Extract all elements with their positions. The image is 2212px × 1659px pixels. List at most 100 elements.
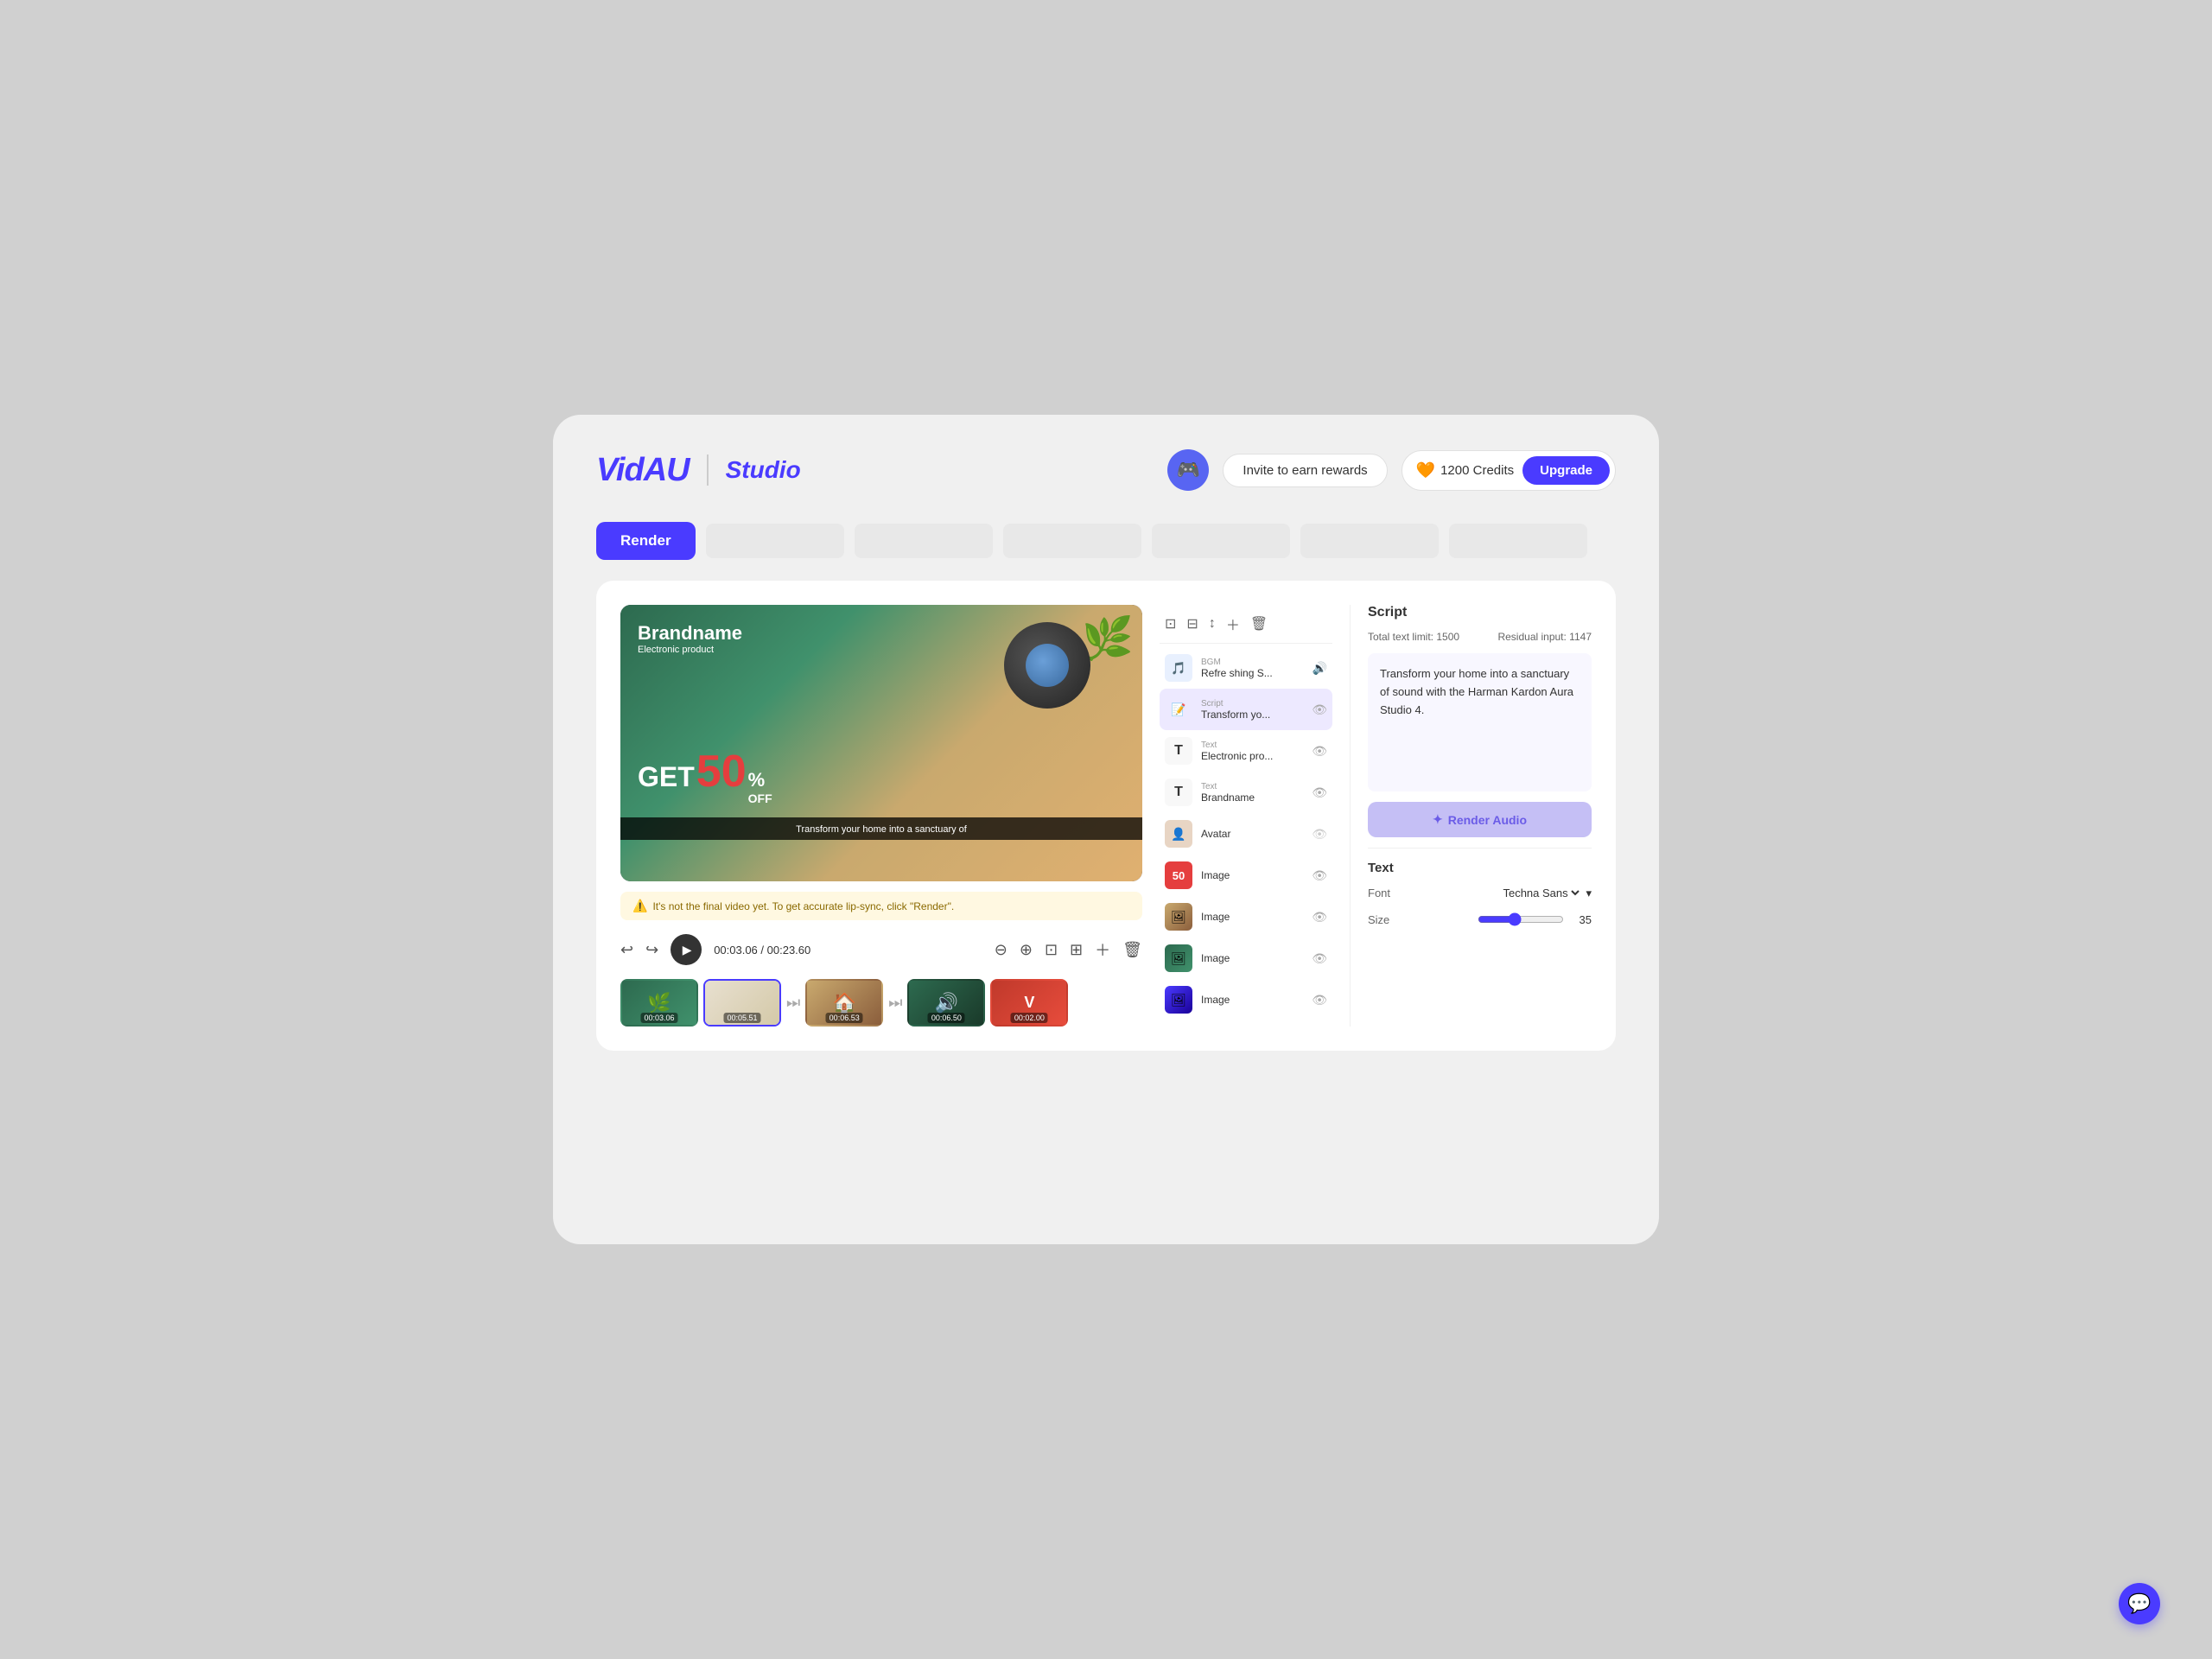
layer-icon-text-electronic: T [1165, 737, 1192, 765]
layer-info-bgm: BGM Refre shing S... [1201, 658, 1304, 679]
layer-vis-image-3[interactable]: 👁 [1312, 951, 1327, 966]
font-select[interactable]: Techna Sans [1499, 886, 1582, 900]
layer-vis-script[interactable]: 👁 [1312, 702, 1327, 717]
toolbar-tab-3[interactable] [1003, 524, 1141, 558]
discord-icon: 🎮 [1177, 459, 1200, 481]
layer-vis-avatar[interactable]: 👁 [1312, 827, 1327, 842]
zoom-out-button[interactable]: ⊖ [995, 941, 1007, 959]
script-textarea[interactable]: Transform your home into a sanctuary of … [1368, 653, 1592, 791]
layer-vis-image-50[interactable]: 👁 [1312, 868, 1327, 883]
align-button[interactable]: ⊞ [1070, 941, 1083, 959]
delete-clip-button[interactable]: 🗑 [1122, 941, 1142, 959]
add-clip-button[interactable]: ＋ [1095, 938, 1110, 961]
layers-toolbar: ⊡ ⊟ ↕ ＋ 🗑 [1160, 605, 1332, 644]
layer-vis-image-2[interactable]: 👁 [1312, 910, 1327, 925]
toolbar-tab-5[interactable] [1300, 524, 1439, 558]
playback-controls: ↩ ↪ ▶ 00:03.06 / 00:23.60 ⊖ ⊕ ⊡ ⊞ ＋ 🗑 [620, 931, 1142, 969]
size-slider[interactable] [1478, 912, 1564, 926]
timeline-thumb-3[interactable]: 🏠 00:06.53 [805, 979, 883, 1027]
toolbar-tab-6[interactable] [1449, 524, 1587, 558]
layer-name-image-50: Image [1201, 869, 1303, 881]
layer-info-image-3: Image [1201, 952, 1303, 964]
layer-vis-bgm[interactable]: 🔊 [1313, 661, 1327, 676]
render-audio-label: Render Audio [1448, 813, 1527, 827]
layer-item-text-brandname[interactable]: T Text Brandname 👁 [1160, 772, 1332, 813]
play-icon: ▶ [683, 943, 692, 957]
layer-item-image-2[interactable]: 🖼 Image 👁 [1160, 896, 1332, 938]
layer-thumb-image-3: 🖼 [1165, 944, 1192, 972]
timeline-thumb-2[interactable]: 00:05.51 [703, 979, 781, 1027]
thumb-divider-2[interactable]: ⏭ [888, 979, 902, 1027]
timeline: 🌿 00:03.06 00:05.51 ⏭ 🏠 00:06.53 ⏭ 🔊 00:… [620, 979, 1142, 1027]
layer-info-text-electronic: Text Electronic pro... [1201, 741, 1303, 762]
header: VidAU Studio 🎮 Invite to earn rewards 🧡 … [596, 449, 1616, 491]
undo-button[interactable]: ↩ [620, 941, 633, 959]
script-limits: Total text limit: 1500 Residual input: 1… [1368, 631, 1592, 643]
render-audio-button[interactable]: ✦ Render Audio [1368, 802, 1592, 837]
text-settings: Text Font Techna Sans ▾ Size 35 [1368, 848, 1592, 938]
upgrade-button[interactable]: Upgrade [1522, 456, 1610, 485]
render-button[interactable]: Render [596, 522, 696, 560]
timeline-thumb-5[interactable]: V 00:02.00 [990, 979, 1068, 1027]
subtitle-bar: Transform your home into a sanctuary of [620, 817, 1142, 840]
video-content: Brandname Electronic product GET 50 % OF… [620, 605, 1142, 881]
thumb-time-5: 00:02.00 [1011, 1013, 1048, 1023]
layer-vis-text-electronic[interactable]: 👁 [1312, 744, 1327, 759]
layer-type-text-electronic: Text [1201, 741, 1303, 750]
layer-name-script: Transform yo... [1201, 709, 1303, 721]
font-setting-row: Font Techna Sans ▾ [1368, 886, 1592, 900]
chat-button[interactable]: 💬 [2119, 1583, 2160, 1624]
layer-align-button[interactable]: ⊟ [1185, 613, 1199, 634]
thumb-time-2: 00:05.51 [723, 1013, 760, 1023]
thumb-divider-1[interactable]: ⏭ [786, 979, 800, 1027]
layer-info-image-50: Image [1201, 869, 1303, 881]
toolbar-tab-2[interactable] [855, 524, 993, 558]
layer-delete-button[interactable]: 🗑 [1249, 613, 1269, 634]
invite-button[interactable]: Invite to earn rewards [1223, 454, 1387, 487]
credits-area: 🧡 1200 Credits Upgrade [1402, 450, 1616, 491]
app-container: VidAU Studio 🎮 Invite to earn rewards 🧡 … [553, 415, 1659, 1244]
layer-type-text-brandname: Text [1201, 782, 1303, 791]
layer-name-image-4: Image [1201, 994, 1303, 1006]
logo-divider [707, 454, 709, 486]
layer-arrange-button[interactable]: ↕ [1207, 614, 1217, 633]
brand-sub: Electronic product [638, 645, 1125, 655]
layer-item-script[interactable]: 📝 Script Transform yo... 👁 [1160, 689, 1332, 730]
layer-item-avatar[interactable]: 👤 Avatar 👁 [1160, 813, 1332, 855]
script-panel: Script Total text limit: 1500 Residual i… [1350, 605, 1592, 1027]
discord-button[interactable]: 🎮 [1167, 449, 1209, 491]
chat-icon: 💬 [2127, 1592, 2151, 1615]
warning-bar: ⚠️ It's not the final video yet. To get … [620, 892, 1142, 920]
text-settings-title: Text [1368, 861, 1592, 875]
toolbar-tab-4[interactable] [1152, 524, 1290, 558]
layer-item-bgm[interactable]: 🎵 BGM Refre shing S... 🔊 [1160, 647, 1332, 689]
redo-button[interactable]: ↪ [645, 941, 658, 959]
layer-vis-image-4[interactable]: 👁 [1312, 993, 1327, 1007]
split-button[interactable]: ⊡ [1045, 941, 1058, 959]
layer-add-button[interactable]: ＋ [1224, 612, 1242, 636]
toolbar-tab-1[interactable] [706, 524, 844, 558]
layer-item-image-50[interactable]: 50 Image 👁 [1160, 855, 1332, 896]
layer-item-image-3[interactable]: 🖼 Image 👁 [1160, 938, 1332, 979]
timeline-thumb-1[interactable]: 🌿 00:03.06 [620, 979, 698, 1027]
layer-name-avatar: Avatar [1201, 828, 1303, 840]
zoom-in-button[interactable]: ⊕ [1020, 941, 1033, 959]
layer-name-bgm: Refre shing S... [1201, 667, 1304, 679]
layer-vis-text-brandname[interactable]: 👁 [1312, 785, 1327, 800]
video-preview: 🌿 Brandname Electronic product GE [620, 605, 1142, 881]
layer-info-avatar: Avatar [1201, 828, 1303, 840]
layer-icon-text-brandname: T [1165, 779, 1192, 806]
heart-icon: 🧡 [1416, 461, 1435, 480]
size-value: 35 [1571, 913, 1592, 926]
size-slider-container: 35 [1389, 912, 1592, 926]
thumb-time-1: 00:03.06 [640, 1013, 677, 1023]
layer-item-text-electronic[interactable]: T Text Electronic pro... 👁 [1160, 730, 1332, 772]
layers-panel: ⊡ ⊟ ↕ ＋ 🗑 🎵 BGM Refre shing S... 🔊 📝 Sc [1160, 605, 1332, 1027]
layer-name-text-electronic: Electronic pro... [1201, 750, 1303, 762]
timeline-thumb-4[interactable]: 🔊 00:06.50 [907, 979, 985, 1027]
video-panel: 🌿 Brandname Electronic product GE [620, 605, 1142, 1027]
layer-item-image-4[interactable]: 🖼 Image 👁 [1160, 979, 1332, 1020]
play-button[interactable]: ▶ [671, 934, 702, 965]
layer-copy-button[interactable]: ⊡ [1163, 613, 1178, 634]
layer-icon-bgm: 🎵 [1165, 654, 1192, 682]
